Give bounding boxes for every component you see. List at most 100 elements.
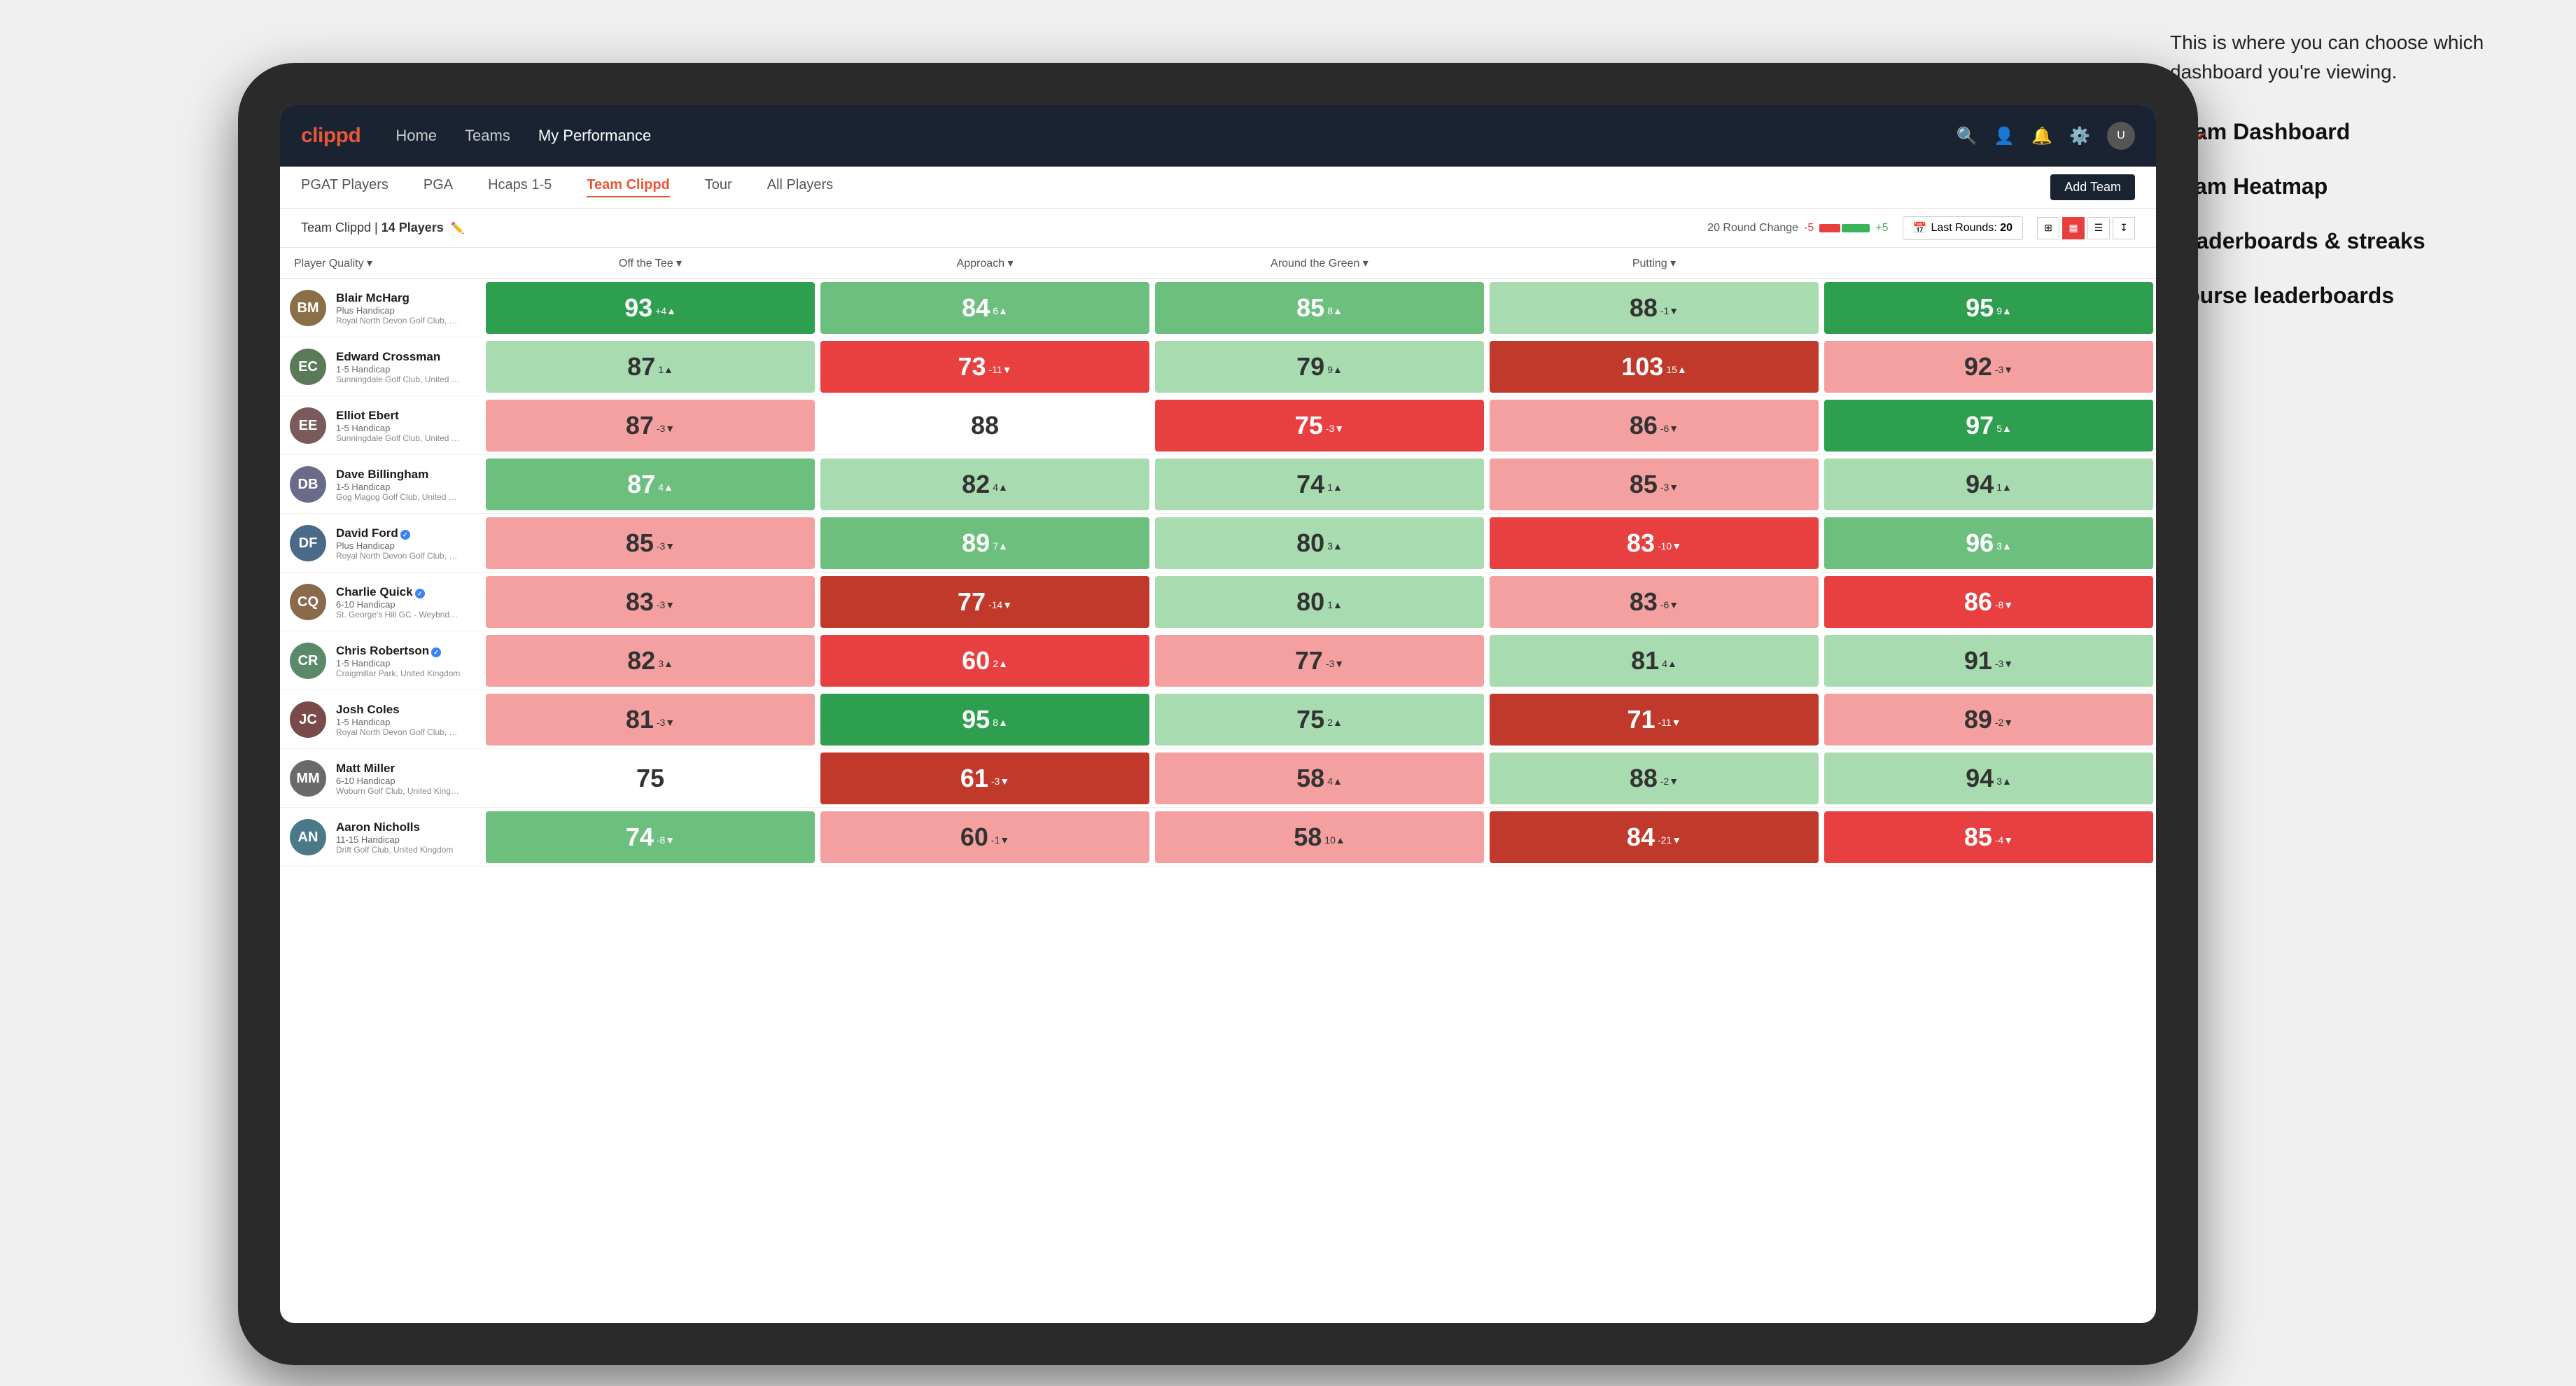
table-row[interactable]: CRChris Robertson✓1-5 HandicapCraigmilla…	[280, 631, 2156, 690]
col-header-putting[interactable]: Putting ▾	[1487, 248, 1821, 278]
tab-tour[interactable]: Tour	[705, 177, 732, 197]
score-value: 88	[1630, 293, 1658, 323]
add-team-button[interactable]: Add Team	[2050, 174, 2135, 200]
score-value: 81	[1631, 646, 1659, 676]
score-change: -3▼	[1995, 364, 2013, 375]
user-avatar[interactable]: U	[2107, 122, 2135, 150]
player-handicap: 6-10 Handicap	[336, 776, 462, 786]
nav-link-home[interactable]: Home	[396, 127, 437, 145]
score-value: 75	[636, 764, 664, 793]
person-icon[interactable]: 👤	[1994, 126, 2015, 146]
bell-icon[interactable]: 🔔	[2031, 126, 2052, 146]
edit-icon[interactable]: ✏️	[451, 221, 465, 235]
player-details: Chris Robertson✓1-5 HandicapCraigmillar …	[336, 644, 460, 678]
score-value: 96	[1966, 528, 1994, 558]
verified-badge: ✓	[415, 589, 425, 598]
score-change: -3▼	[657, 717, 675, 728]
settings-icon[interactable]: ⚙️	[2069, 126, 2090, 146]
change-plus: +5	[1875, 222, 1888, 234]
nav-links: Home Teams My Performance	[396, 127, 1956, 145]
tab-all-players[interactable]: All Players	[767, 177, 833, 197]
col-header-off-tee[interactable]: Off the Tee ▾	[483, 248, 818, 278]
score-cell-quality: 93+4▲	[486, 282, 815, 334]
score-value: 79	[1296, 352, 1324, 382]
player-details: Josh Coles1-5 HandicapRoyal North Devon …	[336, 703, 462, 737]
avatar: AN	[290, 819, 326, 855]
score-cell-off_tee: 61-3▼	[820, 752, 1149, 804]
last-rounds-button[interactable]: 📅 Last Rounds: 20	[1903, 216, 2023, 240]
list-view-button[interactable]: ☰	[2087, 217, 2110, 239]
export-view-button[interactable]: ↧	[2113, 217, 2135, 239]
heatmap-view-button[interactable]: ▦	[2062, 217, 2085, 239]
round-change-area: 20 Round Change -5 +5	[1707, 222, 1888, 234]
search-icon[interactable]: 🔍	[1956, 126, 1977, 146]
avatar: EE	[290, 407, 326, 444]
score-change: 4▲	[658, 482, 673, 493]
player-handicap: 11-15 Handicap	[336, 834, 453, 845]
score-cell-putting: 963▲	[1824, 517, 2153, 569]
score-cell-around: 83-10▼	[1490, 517, 1819, 569]
tablet-screen: clippd Home Teams My Performance 🔍 👤 🔔 ⚙…	[280, 105, 2156, 1323]
player-name: Blair McHarg	[336, 291, 462, 305]
table-row[interactable]: DFDavid Ford✓Plus HandicapRoyal North De…	[280, 514, 2156, 573]
score-cell-approach: 752▲	[1155, 694, 1484, 746]
annotation-items: Team Dashboard Team Heatmap Leaderboards…	[2170, 115, 2534, 312]
table-row[interactable]: BMBlair McHargPlus HandicapRoyal North D…	[280, 279, 2156, 337]
score-cell-putting: 86-8▼	[1824, 576, 2153, 628]
table-row[interactable]: CQCharlie Quick✓6-10 HandicapSt. George'…	[280, 573, 2156, 631]
verified-badge: ✓	[400, 530, 410, 540]
nav-link-performance[interactable]: My Performance	[538, 127, 651, 145]
score-value: 83	[1627, 528, 1655, 558]
score-cell-around: 84-21▼	[1490, 811, 1819, 863]
tab-pgat-players[interactable]: PGAT Players	[301, 177, 388, 197]
player-club: Woburn Golf Club, United Kingdom	[336, 786, 462, 796]
table-row[interactable]: ANAaron Nicholls11-15 HandicapDrift Golf…	[280, 808, 2156, 867]
table-row[interactable]: EEElliot Ebert1-5 HandicapSunningdale Go…	[280, 396, 2156, 455]
score-value: 73	[958, 352, 986, 382]
score-cell-off_tee: 602▲	[820, 635, 1149, 687]
nav-icons: 🔍 👤 🔔 ⚙️ U	[1956, 122, 2135, 150]
col-header-player[interactable]: Player Quality ▾	[280, 248, 483, 278]
table-row[interactable]: DBDave Billingham1-5 HandicapGog Magog G…	[280, 455, 2156, 514]
table-row[interactable]: MMMatt Miller6-10 HandicapWoburn Golf Cl…	[280, 749, 2156, 808]
score-value: 80	[1296, 587, 1324, 617]
player-details: Matt Miller6-10 HandicapWoburn Golf Club…	[336, 762, 462, 796]
sub-tabs: PGAT Players PGA Hcaps 1-5 Team Clippd T…	[280, 167, 2156, 209]
score-cell-off_tee: 824▲	[820, 458, 1149, 510]
score-change: 9▲	[1996, 305, 2012, 316]
table-row[interactable]: ECEdward Crossman1-5 HandicapSunningdale…	[280, 337, 2156, 396]
score-value: 82	[627, 646, 655, 676]
score-cell-around: 71-11▼	[1490, 694, 1819, 746]
score-change: -14▼	[988, 599, 1012, 610]
score-value: 74	[626, 822, 654, 852]
grid-view-button[interactable]: ⊞	[2037, 217, 2059, 239]
tab-pga[interactable]: PGA	[424, 177, 453, 197]
avatar: JC	[290, 701, 326, 738]
score-cell-putting: 92-3▼	[1824, 341, 2153, 393]
score-cell-putting: 941▲	[1824, 458, 2153, 510]
tab-team-clippd[interactable]: Team Clippd	[587, 177, 670, 197]
annotation-item-4: Course leaderboards	[2170, 279, 2534, 312]
col-header-around-green[interactable]: Around the Green ▾	[1152, 248, 1487, 278]
score-cell-around: 88-2▼	[1490, 752, 1819, 804]
score-cell-putting: 89-2▼	[1824, 694, 2153, 746]
score-value: 75	[1295, 411, 1323, 440]
score-cell-off_tee: 77-14▼	[820, 576, 1149, 628]
score-value: 83	[626, 587, 654, 617]
score-change: 1▲	[658, 364, 673, 375]
score-value: 86	[1964, 587, 1992, 617]
player-club: Gog Magog Golf Club, United Kingdom	[336, 492, 462, 502]
table-row[interactable]: JC Josh Coles1-5 HandicapRoyal North Devo…	[280, 690, 2156, 749]
score-cell-around: 814▲	[1490, 635, 1819, 687]
score-change: 5▲	[1996, 423, 2012, 434]
col-header-approach[interactable]: Approach ▾	[818, 248, 1152, 278]
tab-hcaps[interactable]: Hcaps 1-5	[488, 177, 552, 197]
player-info-cell: JC Josh Coles1-5 HandicapRoyal North Devo…	[280, 701, 483, 738]
tablet-device: clippd Home Teams My Performance 🔍 👤 🔔 ⚙…	[238, 63, 2198, 1365]
player-club: Sunningdale Golf Club, United Kingdom	[336, 374, 462, 384]
nav-link-teams[interactable]: Teams	[465, 127, 510, 145]
score-value: 71	[1627, 705, 1655, 734]
player-details: Charlie Quick✓6-10 HandicapSt. George's …	[336, 585, 462, 620]
score-cell-off_tee: 88	[820, 400, 1149, 451]
score-change: -3▼	[1995, 658, 2013, 669]
